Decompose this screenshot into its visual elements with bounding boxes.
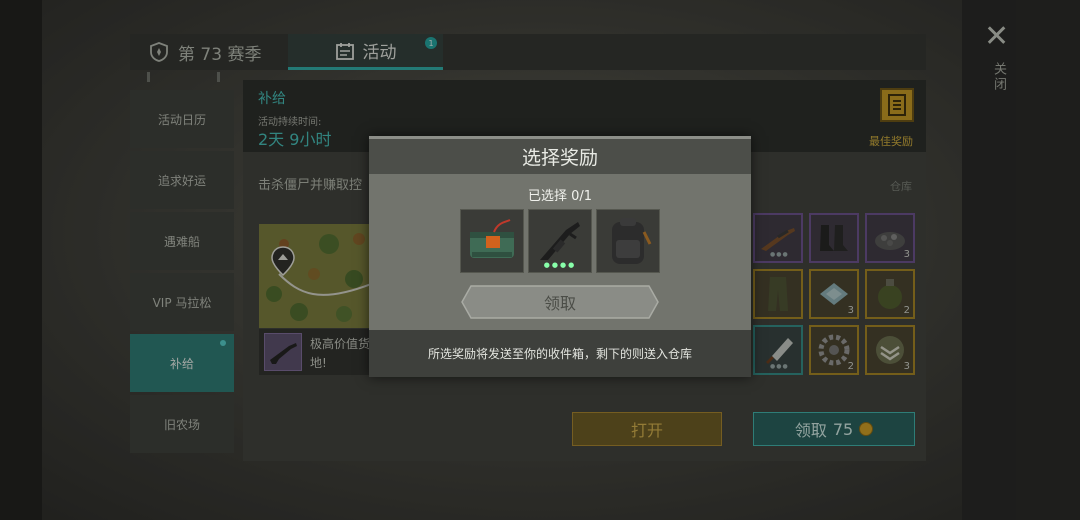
explosive-crate-icon bbox=[470, 219, 514, 258]
get-button-label: 领取 bbox=[543, 294, 576, 313]
modal-title: 选择奖励 bbox=[369, 136, 751, 174]
reward-option[interactable] bbox=[460, 209, 524, 273]
modal-footer-text: 所选奖励将发送至你的收件箱，剩下的则送入仓库 bbox=[369, 330, 751, 377]
selected-counter: 已选择 0/1 bbox=[527, 189, 593, 204]
reward-option[interactable]: ●●●● bbox=[528, 209, 592, 273]
assault-rifle-icon bbox=[540, 222, 580, 260]
level-dots: ●●●● bbox=[543, 261, 577, 269]
reward-option[interactable] bbox=[596, 209, 660, 273]
backpack-icon bbox=[612, 218, 652, 264]
